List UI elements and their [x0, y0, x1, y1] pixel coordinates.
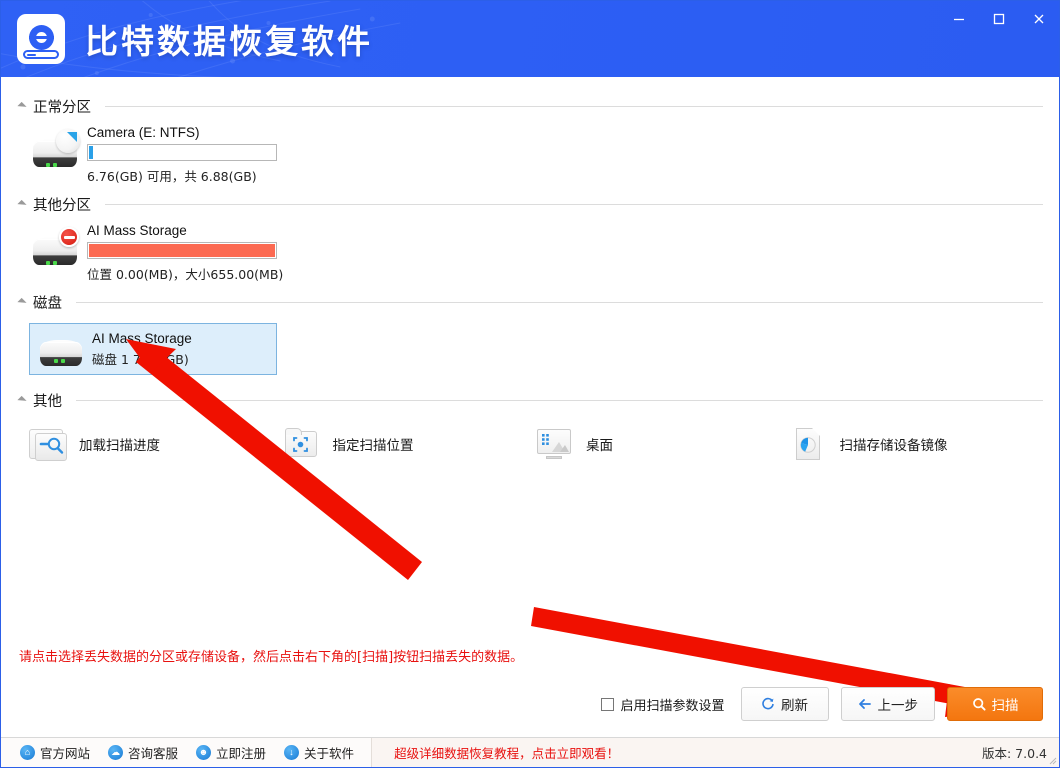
search-icon	[972, 697, 986, 711]
partition-usage-bar	[87, 242, 277, 259]
tool-desktop[interactable]: 桌面	[536, 427, 790, 461]
section-header-other[interactable]: 其他	[17, 387, 1043, 413]
logo-slot-icon	[23, 50, 59, 59]
section-divider	[76, 400, 1043, 401]
load-scan-progress-icon	[29, 427, 67, 461]
maximize-button[interactable]	[979, 1, 1019, 37]
action-bar: 启用扫描参数设置 刷新 上一步	[601, 687, 1043, 721]
arrow-left-icon	[858, 697, 872, 711]
refresh-icon	[761, 697, 775, 711]
back-label: 上一步	[878, 694, 919, 714]
scan-params-label: 启用扫描参数设置	[620, 695, 724, 714]
tool-scan-device-image[interactable]: 扫描存储设备镜像	[790, 427, 1044, 461]
partition-usage-fill	[89, 146, 93, 159]
section-header-disks[interactable]: 磁盘	[17, 289, 1043, 315]
footer-link-about[interactable]: ↓ 关于软件	[275, 743, 363, 762]
section-title: 其他	[33, 390, 62, 411]
partition-usage-text: 6.76(GB) 可用，共 6.88(GB)	[87, 166, 277, 185]
footer-link-label: 关于软件	[304, 743, 354, 762]
scan-params-checkbox-wrap[interactable]: 启用扫描参数设置	[601, 695, 724, 714]
section-divider	[105, 204, 1043, 205]
collapse-triangle-icon[interactable]	[17, 101, 26, 110]
hint-text: 请点击选择丢失数据的分区或存储设备，然后点击右下角的[扫描]按钮扫描丢失的数据。	[19, 646, 523, 665]
section-header-normal-partitions[interactable]: 正常分区	[17, 93, 1043, 119]
scan-device-image-icon	[790, 427, 828, 461]
info-download-icon: ↓	[284, 745, 299, 760]
footer-promo[interactable]: 超级详细数据恢复教程，点击立即观看！	[394, 743, 619, 762]
partition-usage-text: 位置 0.00(MB)，大小655.00(MB)	[87, 264, 283, 283]
desktop-icon	[536, 427, 574, 461]
title-bar: 比特数据恢复软件	[1, 1, 1059, 77]
footer-link-label: 立即注册	[216, 743, 266, 762]
footer-link-label: 咨询客服	[128, 743, 178, 762]
app-logo-icon	[17, 14, 65, 64]
tool-specify-scan-location[interactable]: 指定扫描位置	[283, 427, 537, 461]
window-controls	[939, 1, 1059, 37]
disk-icon	[38, 334, 84, 368]
section-divider	[105, 106, 1043, 107]
main-content: 正常分区 Camera (E: NTFS) 6.76(GB) 可用，共 6.88…	[1, 77, 1059, 737]
specify-scan-location-icon	[283, 427, 321, 461]
tool-label: 加载扫描进度	[79, 434, 160, 454]
resize-grip-icon[interactable]	[1045, 753, 1057, 765]
footer-link-support[interactable]: ☁ 咨询客服	[99, 743, 187, 762]
partition-name: Camera (E: NTFS)	[87, 125, 277, 140]
collapse-triangle-icon[interactable]	[17, 395, 26, 404]
partition-usage-fill	[89, 244, 275, 257]
section-divider	[76, 302, 1043, 303]
title-accent-dot	[320, 34, 323, 37]
section-title: 其他分区	[33, 194, 91, 215]
partition-item-ai-mass-storage[interactable]: AI Mass Storage 位置 0.00(MB)，大小655.00(MB)	[17, 217, 1043, 285]
refresh-button[interactable]: 刷新	[741, 687, 829, 721]
refresh-label: 刷新	[781, 694, 808, 714]
partition-item-camera[interactable]: Camera (E: NTFS) 6.76(GB) 可用，共 6.88(GB)	[17, 119, 1043, 187]
application-window: 比特数据恢复软件 正常分区	[0, 0, 1060, 768]
scan-label: 扫描	[992, 694, 1019, 714]
version-label: 版本: 7.0.4	[982, 743, 1047, 762]
section-header-other-partitions[interactable]: 其他分区	[17, 191, 1043, 217]
scan-params-checkbox[interactable]	[601, 698, 614, 711]
collapse-triangle-icon[interactable]	[17, 297, 26, 306]
disk-sub: 磁盘 1 7.52(GB)	[92, 349, 192, 368]
tool-label: 桌面	[586, 434, 613, 454]
app-title: 比特数据恢复软件	[85, 15, 373, 63]
headset-icon: ☁	[108, 745, 123, 760]
tool-label: 指定扫描位置	[333, 434, 414, 454]
other-tools-row: 加载扫描进度 指定扫描位置	[17, 413, 1043, 461]
recovery-circle-icon	[29, 25, 54, 50]
section-title: 正常分区	[33, 96, 91, 117]
tool-load-scan-progress[interactable]: 加载扫描进度	[29, 427, 283, 461]
footer-link-label: 官方网站	[40, 743, 90, 762]
drive-pie-icon	[29, 129, 81, 173]
user-add-icon: ☻	[196, 745, 211, 760]
tool-label: 扫描存储设备镜像	[840, 434, 948, 454]
drive-blocked-icon	[29, 227, 81, 271]
scan-button[interactable]: 扫描	[947, 687, 1043, 721]
back-button[interactable]: 上一步	[841, 687, 936, 721]
close-button[interactable]	[1019, 1, 1059, 37]
partition-name: AI Mass Storage	[87, 223, 283, 238]
footer-link-official-site[interactable]: ⌂ 官方网站	[11, 743, 99, 762]
footer-links: ⌂ 官方网站 ☁ 咨询客服 ☻ 立即注册 ↓ 关于软件	[1, 738, 372, 767]
minimize-button[interactable]	[939, 1, 979, 37]
disk-item-ai-mass-storage[interactable]: AI Mass Storage 磁盘 1 7.52(GB)	[29, 323, 277, 375]
disk-name: AI Mass Storage	[92, 331, 192, 346]
partition-usage-bar	[87, 144, 277, 161]
footer-link-register[interactable]: ☻ 立即注册	[187, 743, 275, 762]
home-icon: ⌂	[20, 745, 35, 760]
footer-bar: ⌂ 官方网站 ☁ 咨询客服 ☻ 立即注册 ↓ 关于软件 超级详细数据恢复教程，点…	[1, 737, 1059, 767]
section-title: 磁盘	[33, 292, 62, 313]
collapse-triangle-icon[interactable]	[17, 199, 26, 208]
